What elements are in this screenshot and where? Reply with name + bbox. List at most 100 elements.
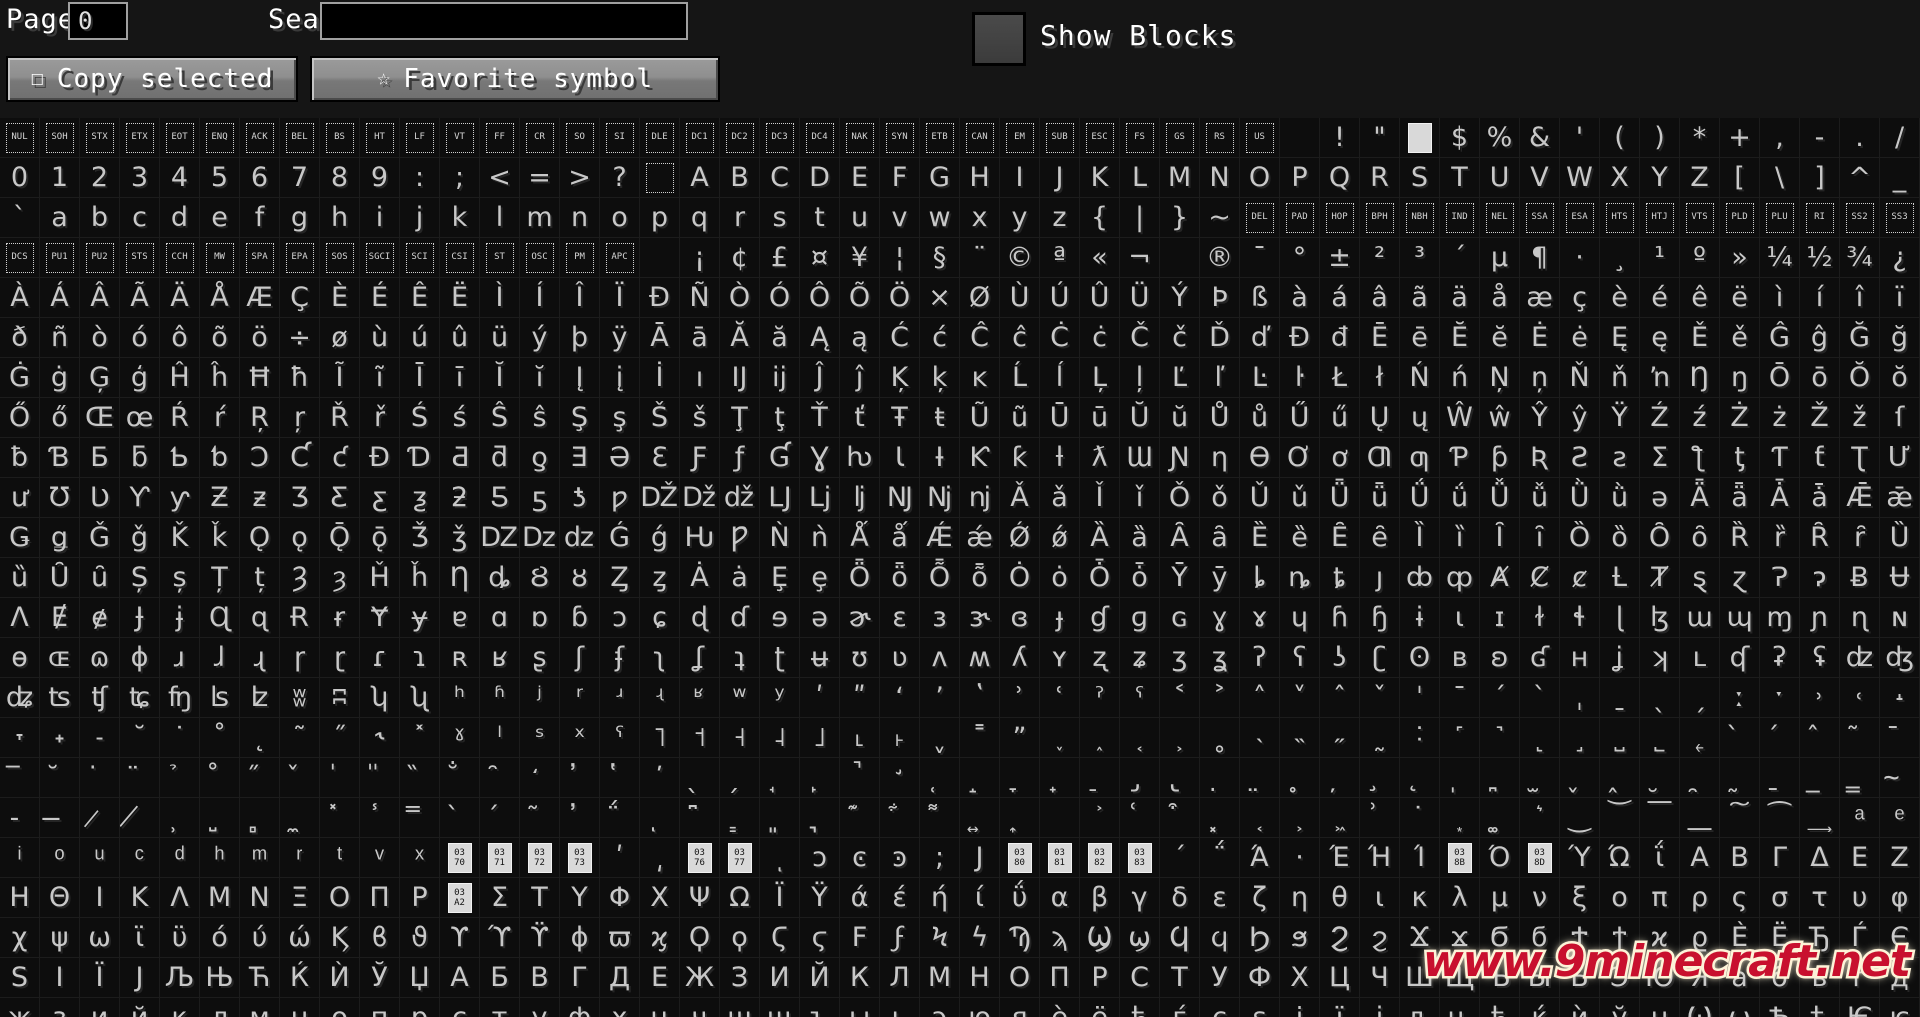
symbol-cell[interactable]: ʹ [800,678,840,718]
symbol-cell[interactable]: Å [200,278,240,318]
symbol-cell-control-stx[interactable]: STX [80,118,120,158]
symbol-cell[interactable]: ĵ [840,358,880,398]
symbol-cell[interactable]: Ŋ [1680,358,1720,398]
symbol-cell[interactable]: ɾ [360,638,400,678]
symbol-cell[interactable]: ζ [1240,878,1280,918]
symbol-cell[interactable]: Ǵ [600,518,640,558]
symbol-cell[interactable]: ф [560,998,600,1017]
symbol-cell[interactable]: ϐ [360,918,400,958]
symbol-cell[interactable]: ɣ [1200,598,1240,638]
symbol-cell[interactable]: ę [1640,318,1680,358]
symbol-cell[interactable]: ɽ [320,638,360,678]
symbol-cell[interactable]: Ǻ [840,518,880,558]
symbol-cell-control-vts[interactable]: VTS [1680,198,1720,238]
copy-selected-button[interactable]: ☐ Copy selected [6,56,298,102]
symbol-cell[interactable]: À [0,278,40,318]
symbol-cell[interactable]: ű [1320,398,1360,438]
symbol-cell[interactable]: ɉ [160,598,200,638]
symbol-cell[interactable]: ¼ [1760,238,1800,278]
symbol-cell-control-osc[interactable]: OSC [520,238,560,278]
symbol-cell[interactable]: İ [640,358,680,398]
symbol-cell[interactable]: V [1520,158,1560,198]
symbol-cell[interactable]: ǹ [800,518,840,558]
symbol-cell[interactable]: ͈ [760,798,800,838]
symbol-cell[interactable]: ƒ [720,438,760,478]
symbol-cell[interactable]: ë [1720,278,1760,318]
symbol-cell[interactable]: Ɓ [40,438,80,478]
symbol-cell[interactable]: ³ [1400,238,1440,278]
symbol-cell-control-rs[interactable]: RS [1200,118,1240,158]
symbol-cell[interactable]: У [1200,958,1240,998]
symbol-cell[interactable]: П [1040,958,1080,998]
symbol-cell[interactable]: Ϫ [1400,918,1440,958]
symbol-cell[interactable]: ȁ [1120,518,1160,558]
symbol-cell[interactable]: ʄ [600,638,640,678]
symbol-cell[interactable]: ý [520,318,560,358]
symbol-cell[interactable]: ˢ [520,718,560,758]
symbol-cell[interactable]: ͡ [1760,798,1800,838]
symbol-cell[interactable]: Χ [640,878,680,918]
symbol-cell[interactable]: į [600,358,640,398]
symbol-cell-control-lf[interactable]: LF [400,118,440,158]
symbol-cell[interactable]: ͺ [760,838,800,878]
symbol-cell[interactable]: Ѥ [1840,998,1880,1017]
symbol-cell[interactable]: ы [840,998,880,1017]
symbol-cell[interactable]: ʻ [880,678,920,718]
symbol-cell[interactable]: ş [600,398,640,438]
symbol-cell[interactable]: Ʈ [1840,438,1880,478]
symbol-cell[interactable]: ʿ [1040,678,1080,718]
symbol-cell[interactable]: ̟ [1040,758,1080,798]
symbol-cell[interactable]: Ĳ [720,358,760,398]
symbol-cell[interactable]: γ [1120,878,1160,918]
symbol-cell[interactable]: Ë [440,278,480,318]
symbol-cell[interactable]: ů [1240,398,1280,438]
symbol-cell[interactable]: ͛ [1520,798,1560,838]
symbol-cell[interactable]: z [1040,198,1080,238]
symbol-cell[interactable]: Ζ [1880,838,1920,878]
symbol-cell[interactable]: ѓ [1160,998,1200,1017]
symbol-cell-control-gs[interactable]: GS [1160,118,1200,158]
symbol-cell-control-sos[interactable]: SOS [320,238,360,278]
symbol-cell[interactable]: Ў [360,958,400,998]
symbol-cell[interactable]: Ϯ [1560,918,1600,958]
symbol-cell[interactable]: ˵ [1280,718,1320,758]
symbol-cell[interactable]: ʩ [160,678,200,718]
symbol-cell[interactable]: і [1280,998,1320,1017]
symbol-cell[interactable]: ° [1280,238,1320,278]
symbol-cell[interactable]: ƨ [1600,438,1640,478]
symbol-cell[interactable]: Ą [800,318,840,358]
symbol-cell[interactable]: ɪ [1480,598,1520,638]
symbol-cell[interactable]: ̓ [560,798,600,838]
symbol-cell-control-ind[interactable]: IND [1440,198,1480,238]
symbol-cell[interactable]: Ĩ [320,358,360,398]
symbol-cell[interactable]: ' [1560,118,1600,158]
symbol-cell[interactable]: ȕ [0,558,40,598]
symbol-cell[interactable]: ΅ [1200,838,1240,878]
symbol-cell-control-si[interactable]: SI [600,118,640,158]
symbol-cell[interactable]: ï [1880,278,1920,318]
symbol-cell[interactable]: ̜ [920,758,960,798]
symbol-cell[interactable]: ə [800,598,840,638]
symbol-cell[interactable]: ѐ [1040,998,1080,1017]
symbol-cell[interactable]: E [840,158,880,198]
symbol-cell[interactable]: ϡ [1040,918,1080,958]
symbol-cell[interactable]: љ [1400,998,1440,1017]
symbol-cell[interactable]: ņ [1520,358,1560,398]
symbol-cell[interactable]: ʙ [1440,638,1480,678]
symbol-cell[interactable]: ͋ [880,798,920,838]
symbol-cell[interactable]: й [120,998,160,1017]
symbol-cell[interactable]: ͝ [1600,798,1640,838]
symbol-cell-space[interactable] [1280,118,1320,158]
symbol-cell[interactable]: ă [760,318,800,358]
symbol-cell[interactable]: Q [1320,158,1360,198]
symbol-cell[interactable]: Ή [1360,838,1400,878]
symbol-cell[interactable]: ̆ [40,758,80,798]
symbol-cell[interactable]: s [760,198,800,238]
symbol-cell[interactable]: x [960,198,1000,238]
symbol-cell[interactable]: ʇ [720,638,760,678]
symbol-cell[interactable]: ˘ [120,718,160,758]
symbol-cell[interactable]: ń [1440,358,1480,398]
symbol-cell[interactable]: Ę [1600,318,1640,358]
symbol-cell[interactable]: ´ [1440,238,1480,278]
symbol-cell[interactable]: ˴ [1240,718,1280,758]
